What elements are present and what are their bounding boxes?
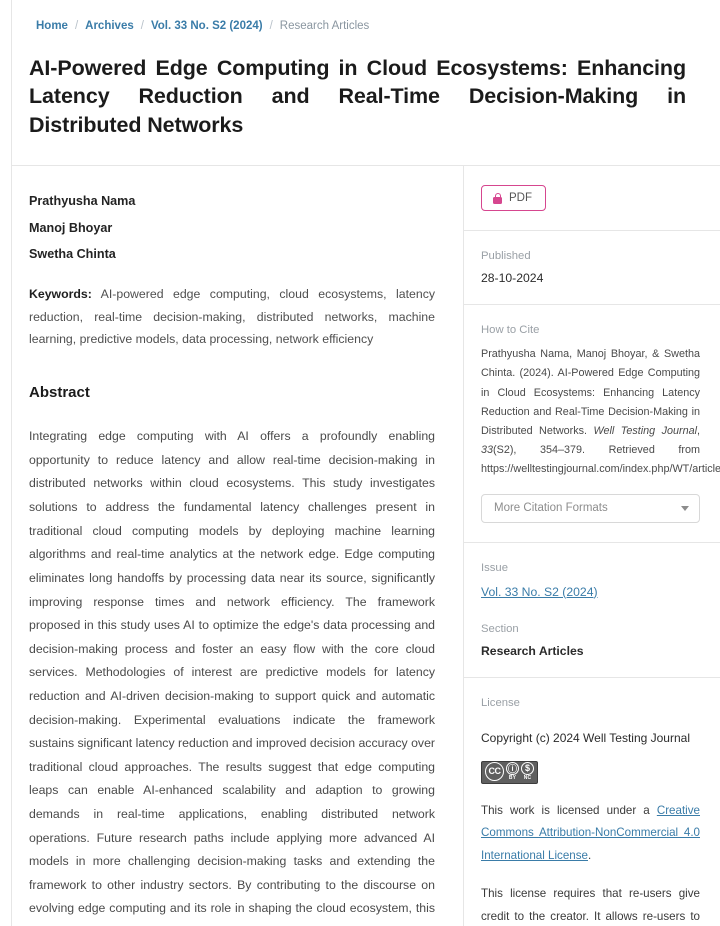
- citation-part-1: Prathyusha Nama, Manoj Bhoyar, & Swetha …: [481, 348, 700, 437]
- citation-formats-select[interactable]: More Citation Formats: [481, 493, 700, 523]
- title-container: AI-Powered Edge Computing in Cloud Ecosy…: [11, 48, 720, 166]
- article-body: Prathyusha Nama Manoj Bhoyar Swetha Chin…: [11, 166, 720, 926]
- citation-formats-label: More Citation Formats: [494, 502, 608, 515]
- cc-nc-label: NC: [523, 774, 532, 781]
- breadcrumb: Home / Archives / Vol. 33 No. S2 (2024) …: [11, 0, 720, 48]
- published-block: Published 28-10-2024: [464, 231, 720, 306]
- cc-logo-icon: CC: [485, 761, 504, 781]
- pdf-block: PDF: [464, 166, 720, 232]
- license-note: This license requires that re-users give…: [481, 887, 700, 923]
- breadcrumb-separator: /: [74, 20, 79, 32]
- breadcrumb-item-archives[interactable]: Archives: [85, 20, 134, 32]
- copyright-text: Copyright (c) 2024 Well Testing Journal: [481, 730, 690, 745]
- pdf-download-button[interactable]: PDF: [481, 185, 546, 212]
- breadcrumb-item-home[interactable]: Home: [36, 20, 68, 32]
- breadcrumb-separator: /: [140, 20, 144, 32]
- sidebar-column: PDF Published 28-10-2024 How to Cite Pra…: [463, 166, 720, 926]
- citation-volume: 33: [481, 444, 494, 457]
- breadcrumb-separator: /: [269, 20, 273, 32]
- author-name: Prathyusha Nama: [29, 194, 136, 209]
- issue-label: Issue: [481, 561, 509, 574]
- pdf-button-label: PDF: [509, 192, 532, 205]
- page-title: AI-Powered Edge Computing in Cloud Ecosy…: [29, 56, 686, 137]
- breadcrumb-item-current: Research Articles: [279, 20, 370, 32]
- cc-by-icon: ⓘ: [506, 761, 519, 775]
- keywords-label: Keywords:: [29, 287, 92, 302]
- citation-text: Prathyusha Nama, Manoj Bhoyar, & Swetha …: [481, 345, 720, 479]
- license-statement: This work is licensed under a Creative C…: [481, 800, 700, 868]
- section-value: Research Articles: [481, 643, 584, 658]
- creative-commons-badge-icon: CC ⓘ BY $ NC: [481, 760, 538, 784]
- lock-icon: [493, 192, 502, 204]
- citation-part-3: (S2), 354–379. Retrieved from https://we…: [481, 444, 720, 476]
- cc-by-label: BY: [508, 774, 517, 781]
- author-list: Prathyusha Nama Manoj Bhoyar Swetha Chin…: [29, 194, 435, 261]
- main-column: Prathyusha Nama Manoj Bhoyar Swetha Chin…: [12, 166, 463, 926]
- breadcrumb-item-volume[interactable]: Vol. 33 No. S2 (2024): [151, 20, 263, 32]
- section-label: Section: [481, 622, 519, 635]
- cc-nc-icon: $: [521, 761, 534, 775]
- issue-link[interactable]: Vol. 33 No. S2 (2024): [481, 585, 598, 599]
- author-name: Swetha Chinta: [29, 247, 116, 262]
- chevron-down-icon: [681, 505, 689, 511]
- license-suffix: .: [588, 848, 592, 862]
- abstract-text: Integrating edge computing with AI offer…: [29, 429, 436, 926]
- published-label: Published: [481, 250, 531, 263]
- issue-section-block: Issue Vol. 33 No. S2 (2024) Section Rese…: [464, 543, 720, 678]
- license-label: License: [481, 696, 520, 709]
- license-block: License Copyright (c) 2024 Well Testing …: [464, 678, 720, 926]
- how-to-cite-block: How to Cite Prathyusha Nama, Manoj Bhoya…: [464, 305, 720, 543]
- citation-part-2: ,: [697, 424, 701, 437]
- article-page: Home / Archives / Vol. 33 No. S2 (2024) …: [0, 0, 720, 926]
- keywords-block: Keywords: AI-powered edge computing, clo…: [29, 283, 435, 350]
- published-date: 28-10-2024: [481, 271, 544, 286]
- abstract-heading: Abstract: [29, 384, 90, 402]
- citation-journal: Well Testing Journal: [593, 424, 698, 437]
- author-name: Manoj Bhoyar: [29, 220, 113, 235]
- license-prefix: This work is licensed under a: [481, 803, 657, 817]
- how-to-cite-label: How to Cite: [481, 324, 540, 337]
